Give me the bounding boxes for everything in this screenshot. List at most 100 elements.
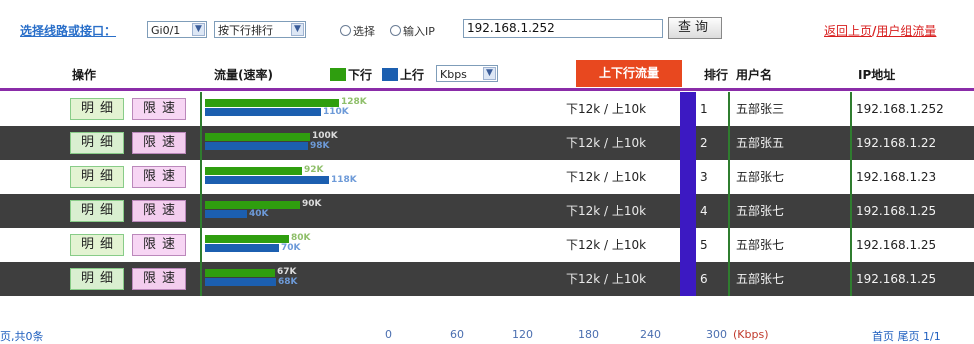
column-divider	[850, 262, 852, 296]
rank-marker	[680, 228, 696, 262]
download-bar-label: 110K	[323, 107, 349, 117]
username: 五部张七	[736, 204, 785, 218]
upload-bar	[205, 269, 275, 277]
download-bar	[205, 278, 276, 286]
pagination: 首页 尾页 1/1	[872, 328, 941, 344]
upload-bar	[205, 235, 289, 243]
column-divider	[850, 92, 852, 126]
legend-down-swatch	[330, 68, 346, 81]
ip-address: 192.168.1.252	[856, 102, 944, 116]
rank-value: 4	[700, 204, 708, 218]
query-button[interactable]: 查询	[668, 17, 722, 39]
scale-tick: 120	[512, 328, 533, 341]
limit-button[interactable]: 限速	[132, 132, 186, 154]
download-bar-label: 70K	[281, 243, 301, 253]
ip-input[interactable]: 192.168.1.252	[463, 19, 663, 38]
speed-value: 下12k / 上10k	[566, 238, 647, 252]
upload-bar-label: 67K	[277, 267, 297, 277]
back-link[interactable]: 返回上页	[824, 24, 872, 38]
rank-value: 5	[700, 238, 708, 252]
radio-circle-icon	[340, 25, 351, 36]
legend-down-label: 下行	[348, 68, 373, 82]
column-divider	[200, 262, 202, 296]
table-row: 明细 限速 90K 40K 下12k / 上10k 4 五部张七 192.168.1.25	[0, 194, 974, 228]
username: 五部张七	[736, 170, 785, 184]
column-divider	[728, 262, 730, 296]
radio-select[interactable]: 选择	[340, 23, 375, 39]
column-divider	[850, 194, 852, 228]
unit-select[interactable]: Kbps ▼	[436, 65, 498, 82]
scale-tick: 180	[578, 328, 599, 341]
rank-value: 6	[700, 272, 708, 286]
table-row: 明细 限速 92K 118K 下12k / 上10k 3 五部张七 192.168.1.23	[0, 160, 974, 194]
header-sort-tab[interactable]: 上下行流量	[576, 60, 682, 87]
upload-bar-label: 92K	[304, 165, 324, 175]
line-select-label: 选择线路或接口：	[20, 24, 117, 38]
column-divider	[200, 160, 202, 194]
limit-button[interactable]: 限速	[132, 234, 186, 256]
radio-input-ip[interactable]: 输入IP	[390, 23, 435, 39]
scale-tick: 300	[706, 328, 727, 341]
header-flow: 流量(速率)	[214, 68, 273, 82]
header-rank: 排行	[704, 68, 729, 82]
ip-address: 192.168.1.25	[856, 204, 937, 218]
toolbar-links: 返回上页/用户组流量	[824, 22, 936, 39]
speed-value: 下12k / 上10k	[566, 204, 647, 218]
chevron-down-icon: ▼	[192, 23, 205, 36]
record-count: 页,共0条	[0, 330, 44, 343]
upload-bar	[205, 167, 302, 175]
upload-bar-label: 100K	[312, 131, 338, 141]
column-divider	[200, 126, 202, 160]
detail-button[interactable]: 明细	[70, 234, 124, 256]
table-row: 明细 限速 67K 68K 下12k / 上10k 6 五部张七 192.168.1.25	[0, 262, 974, 296]
download-bar	[205, 210, 247, 218]
download-bar	[205, 176, 329, 184]
column-divider	[850, 160, 852, 194]
table-row: 明细 限速 80K 70K 下12k / 上10k 5 五部张七 192.168.1.25	[0, 228, 974, 262]
scale-unit: (Kbps)	[733, 328, 769, 341]
column-divider	[200, 194, 202, 228]
first-page-link[interactable]: 首页	[872, 330, 894, 343]
rate-bars: 67K 68K	[205, 262, 565, 296]
username: 五部张三	[736, 102, 785, 116]
group-traffic-link[interactable]: 用户组流量	[876, 24, 936, 38]
last-page-link[interactable]: 尾页	[898, 330, 920, 343]
detail-button[interactable]: 明细	[70, 166, 124, 188]
sort-select[interactable]: 按下行排行 ▼	[214, 21, 306, 38]
scale-tick: 240	[640, 328, 661, 341]
header-operation: 操作	[72, 68, 97, 82]
limit-button[interactable]: 限速	[132, 98, 186, 120]
limit-button[interactable]: 限速	[132, 200, 186, 222]
header-ip: IP地址	[858, 68, 896, 82]
column-divider	[850, 126, 852, 160]
detail-button[interactable]: 明细	[70, 98, 124, 120]
rate-bars: 92K 118K	[205, 160, 565, 194]
upload-bar-label: 90K	[302, 199, 322, 209]
download-bar	[205, 108, 321, 116]
speed-value: 下12k / 上10k	[566, 272, 647, 286]
detail-button[interactable]: 明细	[70, 268, 124, 290]
username: 五部张七	[736, 238, 785, 252]
header-divider	[0, 88, 974, 91]
ip-address: 192.168.1.25	[856, 272, 937, 286]
column-divider	[728, 92, 730, 126]
detail-button[interactable]: 明细	[70, 200, 124, 222]
limit-button[interactable]: 限速	[132, 166, 186, 188]
interface-select[interactable]: Gi0/1 ▼	[147, 21, 207, 38]
rank-marker	[680, 160, 696, 194]
page-indicator: 1/1	[923, 330, 941, 343]
download-bar-label: 98K	[310, 141, 330, 151]
column-divider	[728, 160, 730, 194]
column-divider	[728, 194, 730, 228]
column-divider	[200, 92, 202, 126]
radio-input-label: 输入IP	[403, 25, 435, 38]
upload-bar-label: 80K	[291, 233, 311, 243]
rank-marker	[680, 194, 696, 228]
interface-select-value: Gi0/1	[151, 24, 181, 37]
detail-button[interactable]: 明细	[70, 132, 124, 154]
limit-button[interactable]: 限速	[132, 268, 186, 290]
download-bar	[205, 244, 279, 252]
rate-bars: 90K 40K	[205, 194, 565, 228]
speed-value: 下12k / 上10k	[566, 170, 647, 184]
speed-value: 下12k / 上10k	[566, 136, 647, 150]
